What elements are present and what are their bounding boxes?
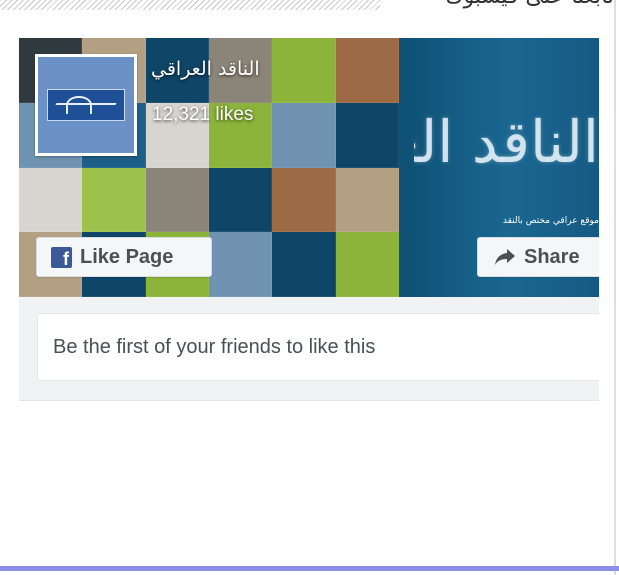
share-arrow-icon: [495, 249, 515, 265]
cover-tagline: موقع عراقي مختص بالنقد: [502, 216, 599, 226]
friends-text: Be the first of your friends to like thi…: [53, 335, 376, 358]
cover-photo[interactable]: الناقد العراقي موقع عراقي مختص بالنقد ال…: [19, 38, 599, 297]
page-profile-picture[interactable]: [35, 54, 137, 156]
like-page-button[interactable]: f Like Page: [36, 237, 212, 277]
likes-count: 12,321 likes: [152, 104, 254, 125]
share-label: Share: [524, 245, 580, 268]
facebook-page-plugin: الناقد العراقي موقع عراقي مختص بالنقد ال…: [19, 38, 599, 401]
widget-border: [614, 0, 616, 575]
widget-heading: تابعنا على فيسبوك: [398, 0, 614, 12]
cover-calligraphy: الناقد العراقي: [414, 113, 599, 176]
header-divider: [0, 0, 380, 10]
page-name-link[interactable]: الناقد العراقي: [151, 58, 321, 86]
bottom-accent-bar: [0, 566, 619, 571]
page-logo-icon: [47, 89, 125, 121]
friends-social-context: Be the first of your friends to like thi…: [37, 313, 599, 381]
facebook-icon: f: [51, 246, 72, 268]
share-button[interactable]: Share: [477, 237, 599, 277]
like-page-label: Like Page: [80, 245, 174, 268]
